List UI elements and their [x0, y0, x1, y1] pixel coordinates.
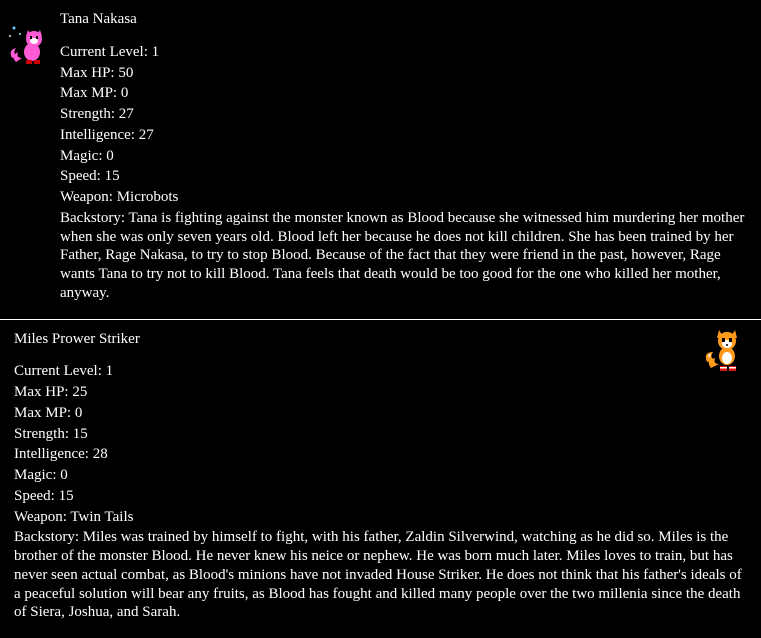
- stat-speed: Speed: 15: [60, 167, 749, 186]
- character-name: Tana Nakasa: [60, 10, 749, 29]
- orange-fox-sprite: [705, 328, 745, 372]
- stat-speed: Speed: 15: [14, 487, 749, 506]
- stat-mp: Max MP: 0: [60, 84, 749, 103]
- character-sheet-page: Tana Nakasa Current Level: 1 Max HP: 50 …: [0, 0, 761, 638]
- stat-magic: Magic: 0: [14, 466, 749, 485]
- stat-str: Strength: 15: [14, 425, 749, 444]
- stat-hp: Max HP: 50: [60, 64, 749, 83]
- stat-level: Current Level: 1: [60, 43, 749, 62]
- pink-fox-sprite: [8, 24, 52, 68]
- stat-str: Strength: 27: [60, 105, 749, 124]
- stat-int: Intelligence: 28: [14, 445, 749, 464]
- character-name: Miles Prower Striker: [14, 330, 749, 349]
- stat-mp: Max MP: 0: [14, 404, 749, 423]
- stat-hp: Max HP: 25: [14, 383, 749, 402]
- character-block-miles: Miles Prower Striker Current Level: 1 Ma…: [0, 320, 761, 638]
- stat-int: Intelligence: 27: [60, 126, 749, 145]
- stat-weapon: Weapon: Twin Tails: [14, 508, 749, 527]
- stat-magic: Magic: 0: [60, 147, 749, 166]
- stat-weapon: Weapon: Microbots: [60, 188, 749, 207]
- stat-level: Current Level: 1: [14, 362, 749, 381]
- character-block-tana: Tana Nakasa Current Level: 1 Max HP: 50 …: [0, 0, 761, 319]
- backstory-text: Backstory: Miles was trained by himself …: [14, 528, 749, 622]
- backstory-text: Backstory: Tana is fighting against the …: [60, 209, 749, 303]
